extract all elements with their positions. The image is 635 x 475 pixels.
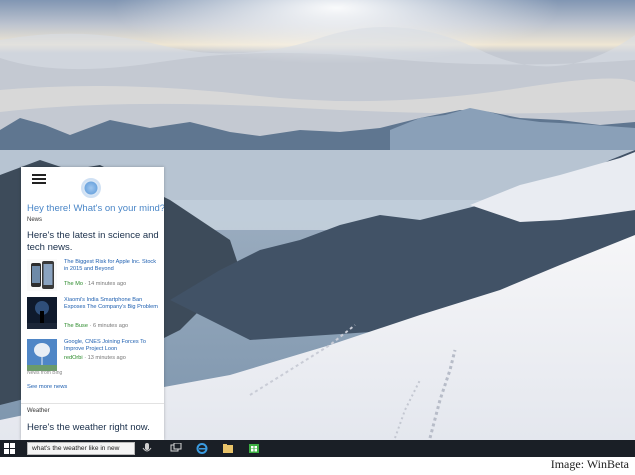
news-item-source: The Mo xyxy=(64,281,83,287)
news-item-source: redOrbi xyxy=(64,355,83,361)
search-input[interactable]: what's the weather like in new xyxy=(27,442,135,455)
news-item-time: 13 minutes ago xyxy=(87,355,126,361)
internet-explorer-icon[interactable] xyxy=(196,443,208,454)
microphone-icon[interactable] xyxy=(141,443,153,454)
news-item-title[interactable]: The Biggest Risk for Apple Inc. Stock in… xyxy=(64,259,160,273)
cortana-panel: Hey there! What's on your mind? News Her… xyxy=(21,167,164,440)
taskbar: what's the weather like in new xyxy=(0,440,635,457)
news-section-label: News xyxy=(27,217,43,223)
weather-section-label: Weather xyxy=(27,408,50,414)
balloon-thumbnail-icon xyxy=(27,339,57,371)
news-item-time: 14 minutes ago xyxy=(87,281,127,287)
phone-thumbnail-icon xyxy=(27,259,57,291)
news-item-meta: The Mo · 14 minutes ago xyxy=(64,281,127,287)
start-icon[interactable] xyxy=(4,443,15,454)
weather-headline: Here's the weather right now. xyxy=(27,422,150,433)
news-item[interactable]: Xiaomi's India Smartphone Ban Exposes Th… xyxy=(27,297,161,333)
hamburger-menu-icon[interactable] xyxy=(32,174,46,186)
see-more-news-link[interactable]: See more news xyxy=(27,384,67,390)
news-item-title[interactable]: Xiaomi's India Smartphone Ban Exposes Th… xyxy=(64,297,160,311)
stage-thumbnail-icon xyxy=(27,297,57,329)
news-item-time: 6 minutes ago xyxy=(92,323,129,329)
cortana-greeting: Hey there! What's on your mind? xyxy=(27,203,164,214)
task-view-icon[interactable] xyxy=(170,443,182,454)
news-item-meta: The Buse · 6 minutes ago xyxy=(64,323,129,329)
file-explorer-icon[interactable] xyxy=(222,443,234,454)
news-item[interactable]: The Biggest Risk for Apple Inc. Stock in… xyxy=(27,259,161,295)
news-item-meta: redOrbi · 13 minutes ago xyxy=(64,355,126,361)
news-headline: Here's the latest in science and tech ne… xyxy=(27,230,159,253)
news-from-bing-label: News from Bing xyxy=(27,370,63,376)
news-item-source: The Buse xyxy=(64,323,88,329)
news-item-title[interactable]: Google, CNES Joining Forces To Improve P… xyxy=(64,339,160,353)
cortana-orb-icon[interactable] xyxy=(81,178,101,198)
store-icon[interactable] xyxy=(248,443,260,454)
section-divider xyxy=(21,403,164,404)
image-credit-caption: Image: WinBeta xyxy=(550,457,629,471)
